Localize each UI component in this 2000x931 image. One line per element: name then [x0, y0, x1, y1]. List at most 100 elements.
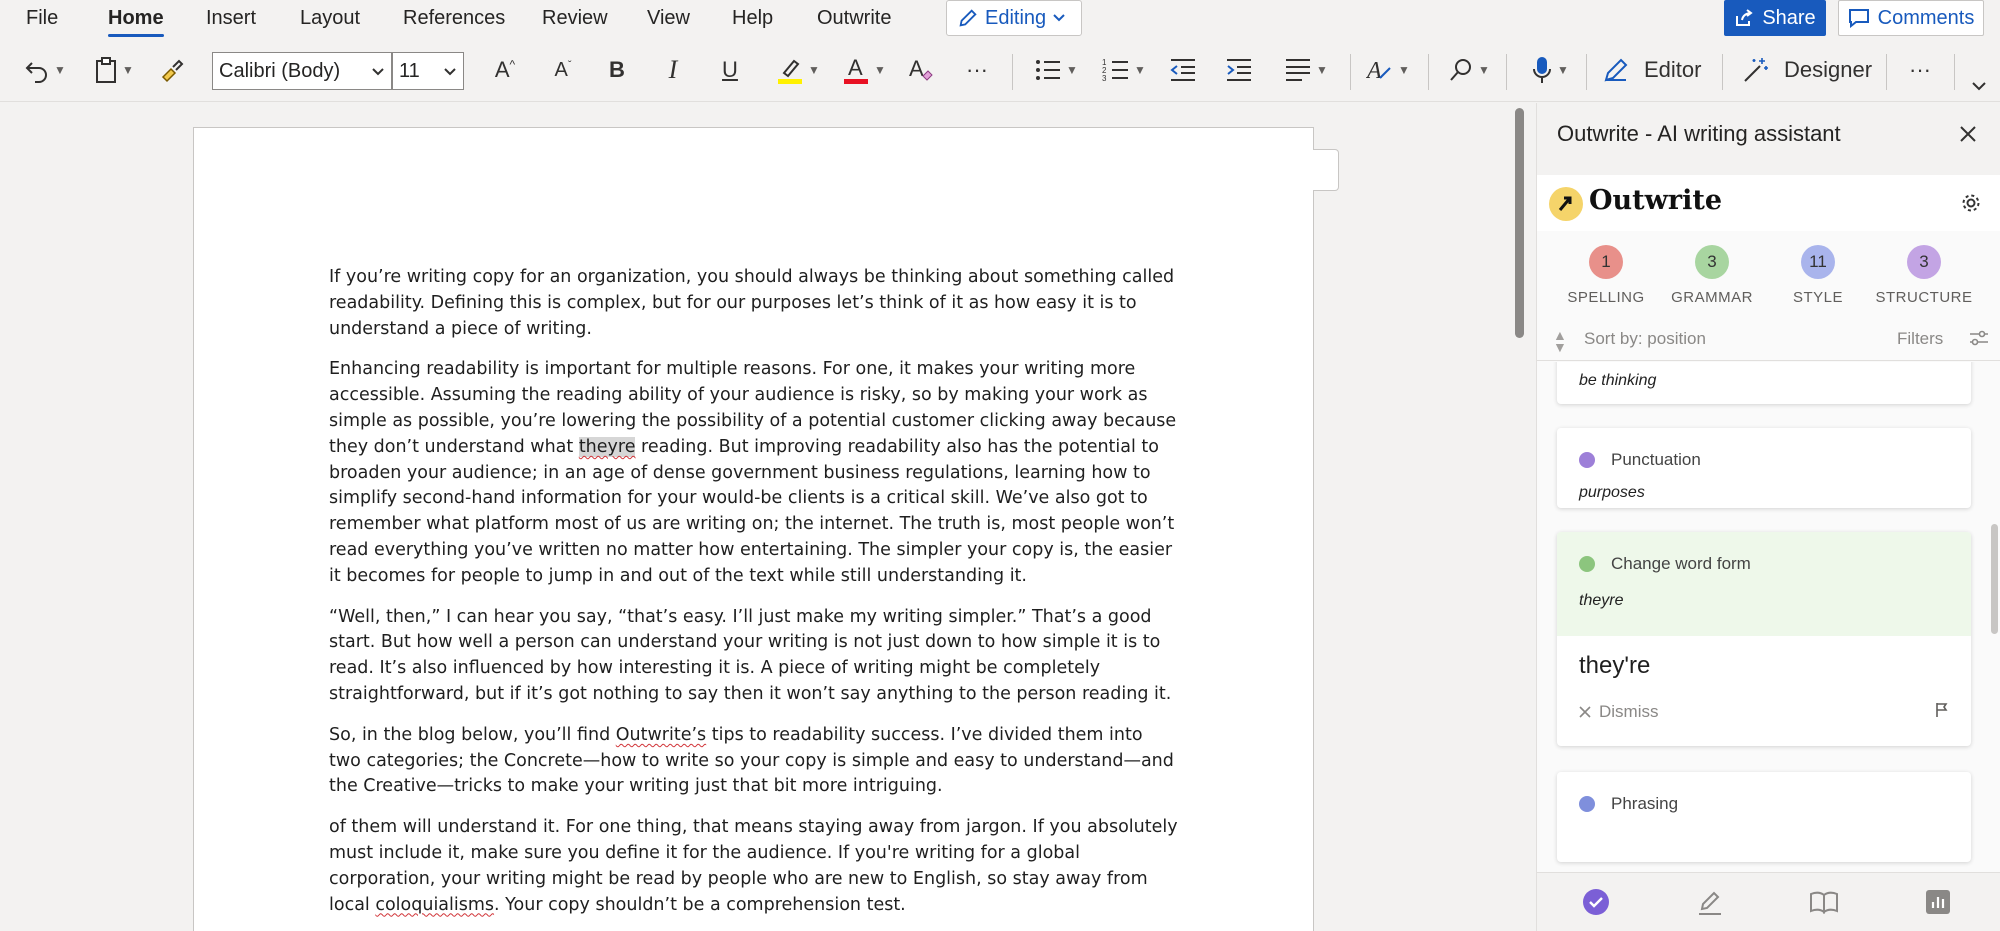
designer-wand-icon: [1742, 56, 1770, 84]
shrink-font-button[interactable]: Aˇ: [546, 52, 580, 88]
sort-dropdown[interactable]: Sort by: position: [1584, 329, 1706, 349]
suggestion-card[interactable]: Phrasing: [1557, 772, 1971, 862]
nav-rewrite-button[interactable]: [1695, 887, 1725, 917]
chevron-down-icon: ▼: [808, 63, 820, 77]
editor-button[interactable]: Editor: [1602, 52, 1722, 88]
document-canvas[interactable]: If you’re writing copy for an organizati…: [0, 103, 1536, 931]
numbering-button[interactable]: 123 ▼: [1098, 52, 1150, 88]
suggestion-card[interactable]: Punctuation purposes: [1557, 428, 1971, 508]
pencil-icon: [1696, 888, 1724, 916]
card-header: Punctuation: [1579, 450, 1701, 470]
ribbon-divider: [1350, 54, 1351, 90]
format-painter-button[interactable]: [154, 52, 190, 88]
paragraph-5[interactable]: of them will understand it. For one thin…: [329, 815, 1179, 918]
share-button[interactable]: Share: [1724, 0, 1826, 36]
document-body[interactable]: If you’re writing copy for an organizati…: [329, 265, 1179, 931]
font-name-select[interactable]: Calibri (Body): [212, 52, 392, 90]
ribbon-toolbar: ▼ ▼ Calibri (Body) 11 A^ Aˇ B I U ▼ A ▼ …: [0, 40, 2000, 102]
card-header: Change word form: [1579, 554, 1751, 574]
bullets-button[interactable]: ▼: [1030, 52, 1082, 88]
menu-layout[interactable]: Layout: [300, 4, 360, 32]
flagged-word-outwrites[interactable]: Outwrite’s: [616, 725, 706, 745]
chevron-down-icon: ▼: [1066, 63, 1078, 77]
menu-review[interactable]: Review: [542, 4, 608, 32]
suggestion-replacement[interactable]: they're: [1579, 652, 1650, 680]
styles-icon: A: [1366, 56, 1394, 84]
decrease-indent-button[interactable]: [1166, 52, 1200, 88]
menu-insert[interactable]: Insert: [206, 4, 256, 32]
designer-button[interactable]: Designer: [1742, 52, 1882, 88]
nav-check-button[interactable]: [1581, 887, 1611, 917]
paste-button[interactable]: ▼: [88, 52, 140, 88]
dismiss-button[interactable]: Dismiss: [1579, 702, 1659, 722]
format-painter-icon: [159, 57, 185, 83]
italic-button[interactable]: I: [656, 52, 690, 88]
document-page[interactable]: If you’re writing copy for an organizati…: [193, 127, 1314, 931]
more-font-options-button[interactable]: ···: [960, 52, 994, 88]
paragraph-3[interactable]: “Well, then,” I can hear you say, “that’…: [329, 605, 1179, 708]
more-options-button[interactable]: ···: [1902, 52, 1938, 88]
paragraph-2[interactable]: Enhancing readability is important for m…: [329, 357, 1179, 589]
highlight-color-button[interactable]: ▼: [772, 52, 824, 88]
paragraph-text: . Your copy shouldn’t be a comprehension…: [494, 895, 906, 915]
dictate-button[interactable]: ▼: [1522, 52, 1578, 88]
highlighter-icon: [776, 55, 804, 85]
paragraph-1[interactable]: If you’re writing copy for an organizati…: [329, 265, 1179, 342]
filters-button[interactable]: Filters: [1897, 329, 1943, 349]
editing-mode-button[interactable]: Editing: [946, 0, 1082, 36]
menu-file[interactable]: File: [26, 4, 58, 32]
menu-references[interactable]: References: [403, 4, 505, 32]
category-style[interactable]: 11 STYLE: [1763, 245, 1873, 306]
comment-icon: [1848, 8, 1870, 28]
settings-button[interactable]: [1961, 193, 1981, 219]
flagged-word-theyre[interactable]: theyre: [579, 437, 636, 457]
suggestion-card[interactable]: be thinking: [1557, 362, 1971, 404]
close-pane-button[interactable]: [1953, 119, 1983, 149]
document-scrollbar[interactable]: [1515, 108, 1524, 338]
book-icon: [1809, 890, 1839, 914]
comments-button[interactable]: Comments: [1838, 0, 1984, 36]
structure-label: STRUCTURE: [1869, 289, 1979, 306]
menu-outwrite[interactable]: Outwrite: [817, 4, 891, 32]
increase-indent-button[interactable]: [1222, 52, 1256, 88]
shrink-font-icon: Aˇ: [554, 59, 571, 82]
find-button[interactable]: ▼: [1442, 52, 1496, 88]
style-dot-icon: [1579, 796, 1595, 812]
category-grammar[interactable]: 3 GRAMMAR: [1657, 245, 1767, 306]
sort-arrows-icon[interactable]: ▲▼: [1553, 329, 1567, 353]
outwrite-header: Outwrite: [1537, 175, 2000, 231]
active-tab-indicator: [108, 34, 164, 37]
styles-button[interactable]: A ▼: [1362, 52, 1414, 88]
clear-formatting-button[interactable]: A: [904, 52, 938, 88]
spelling-label: SPELLING: [1551, 289, 1661, 306]
menu-help[interactable]: Help: [732, 4, 773, 32]
punctuation-dot-icon: [1579, 452, 1595, 468]
page-comment-marker[interactable]: [1313, 149, 1339, 191]
suggestion-card-active[interactable]: Change word form theyre they're Dismiss: [1557, 532, 1971, 746]
underline-button[interactable]: U: [713, 52, 747, 88]
grow-font-icon: A^: [495, 57, 515, 83]
flagged-word-coloquialisms[interactable]: coloquialisms: [375, 895, 494, 915]
flag-icon[interactable]: [1935, 702, 1949, 723]
paragraph-text: reading. But improving readability also …: [329, 437, 1174, 586]
menu-view[interactable]: View: [647, 4, 690, 32]
undo-button[interactable]: ▼: [18, 52, 72, 88]
paragraph-4[interactable]: So, in the blog below, you’ll find Outwr…: [329, 723, 1179, 800]
font-color-button[interactable]: A ▼: [838, 52, 890, 88]
font-size-select[interactable]: 11: [392, 52, 464, 90]
pane-title: Outwrite - AI writing assistant: [1557, 121, 1841, 147]
expand-ribbon-button[interactable]: [1964, 68, 1994, 104]
nav-dictionary-button[interactable]: [1809, 887, 1839, 917]
grow-font-button[interactable]: A^: [488, 52, 522, 88]
card-type: Punctuation: [1611, 450, 1701, 470]
pane-scrollbar[interactable]: [1991, 524, 1998, 634]
style-label: STYLE: [1763, 289, 1873, 306]
nav-stats-button[interactable]: [1923, 887, 1953, 917]
category-structure[interactable]: 3 STRUCTURE: [1869, 245, 1979, 306]
bold-button[interactable]: B: [600, 52, 634, 88]
alignment-button[interactable]: ▼: [1280, 52, 1332, 88]
sliders-icon[interactable]: [1969, 329, 1989, 352]
menu-home[interactable]: Home: [108, 4, 164, 32]
card-active-header-bg: [1557, 532, 1971, 636]
category-spelling[interactable]: 1 SPELLING: [1551, 245, 1661, 306]
